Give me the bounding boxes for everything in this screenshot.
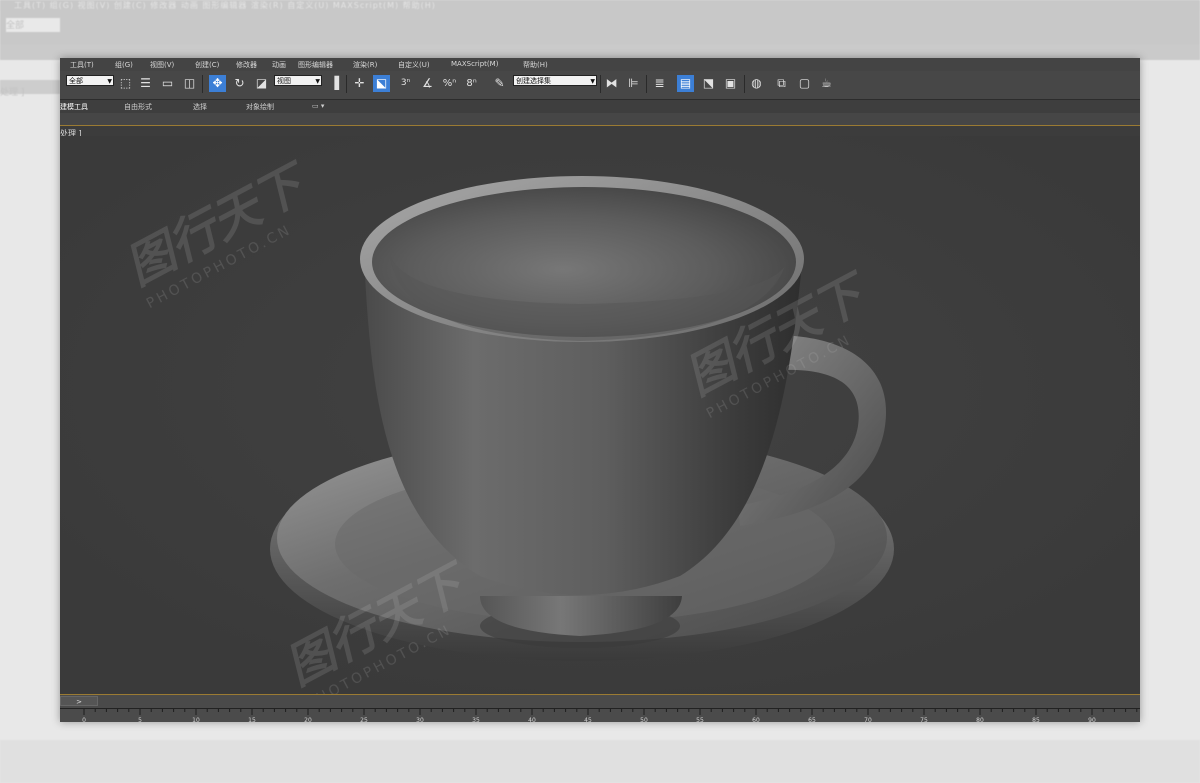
menu-view[interactable]: 视图(V): [150, 60, 174, 70]
bg-toolbar: 全部: [0, 12, 1200, 44]
menu-modifiers[interactable]: 修改器: [236, 60, 257, 70]
pivot-center-icon[interactable]: ▐: [326, 75, 343, 92]
bg-status: 处理 ]: [0, 80, 60, 98]
toolbar-separator: [600, 75, 601, 93]
chevron-down-icon: ▼: [590, 78, 595, 85]
menu-create[interactable]: 创建(C): [195, 60, 219, 70]
mirror-icon[interactable]: ⧓: [603, 75, 620, 92]
menu-customize[interactable]: 自定义(U): [398, 60, 430, 70]
bg-menubar: 工具(T) 组(G) 视图(V) 创建(C) 修改器 动画 图形编辑器 渲染(R…: [0, 0, 1200, 12]
toolbar-separator: [346, 75, 347, 93]
layer-manager-icon[interactable]: ≣: [651, 75, 668, 92]
snaps-toggle-icon[interactable]: 3ⁿ: [397, 75, 414, 92]
ruler-tick-label: 10: [192, 717, 200, 722]
track-bar-ruler: 0 5 10 15 20 25 30 35 40 45 50 55 60 65 70 75 80 85 90: [82, 709, 1138, 722]
render-setup-icon[interactable]: ⧉: [773, 75, 790, 92]
tab-modeling-tools[interactable]: 建模工具: [60, 102, 88, 112]
menu-help[interactable]: 帮助(H): [523, 60, 548, 70]
app-window: 工具(T) 组(G) 视图(V) 创建(C) 修改器 动画 图形编辑器 渲染(R…: [60, 58, 1140, 722]
keyboard-shortcut-override-icon[interactable]: ⬕: [373, 75, 390, 92]
snap-3-label: 3: [400, 78, 407, 88]
angle-snap-icon[interactable]: ∡: [419, 75, 436, 92]
time-slider-bar: >: [60, 695, 1140, 708]
menu-graph-editors[interactable]: 图形编辑器: [298, 60, 333, 70]
selection-filter-dropdown[interactable]: 全部 ▼: [66, 75, 114, 86]
ribbon-panel: [60, 113, 1140, 125]
edit-named-selection-icon[interactable]: ✎: [491, 75, 508, 92]
spinner-snap-icon[interactable]: 8ⁿ: [463, 75, 480, 92]
toolbar-separator: [202, 75, 203, 93]
select-rotate-icon[interactable]: ↻: [231, 75, 248, 92]
percent-snap-icon[interactable]: %ⁿ: [441, 75, 458, 92]
select-object-icon[interactable]: ⬚: [117, 75, 134, 92]
tab-freeform[interactable]: 自由形式: [124, 102, 152, 112]
bg-status-text: 处理 ]: [0, 88, 25, 98]
ruler-tick-label: 5: [138, 717, 142, 722]
ruler-tick-label: 75: [920, 717, 928, 722]
time-slider-label: >: [76, 698, 82, 706]
main-toolbar: 全部 ▼ ⬚ ☰ ▭ ◫ ✥ ↻ ◪ 视图 ▼ ▐ ✛ ⬕ 3ⁿ ∡ %ⁿ 8ⁿ…: [60, 71, 1140, 100]
ruler-tick-label: 15: [248, 717, 256, 722]
toolbar-separator: [646, 75, 647, 93]
snap-percent-label: %: [442, 78, 453, 89]
menu-rendering[interactable]: 渲染(R): [353, 60, 377, 70]
ruler-tick-label: 60: [752, 717, 760, 722]
ruler-tick-label: 80: [976, 717, 984, 722]
chevron-down-icon: ▼: [107, 78, 112, 85]
menu-group[interactable]: 组(G): [115, 60, 133, 70]
menu-bar: 工具(T) 组(G) 视图(V) 创建(C) 修改器 动画 图形编辑器 渲染(R…: [60, 58, 1140, 71]
snap-spinner-label: 8: [466, 78, 473, 89]
select-move-icon[interactable]: ✥: [209, 75, 226, 92]
select-scale-icon[interactable]: ◪: [253, 75, 270, 92]
menu-tools[interactable]: 工具(T): [70, 60, 94, 70]
bg-filter-select: 全部: [6, 18, 60, 32]
reference-coordinate-dropdown[interactable]: 视图 ▼: [274, 75, 322, 86]
bg-bottom: [0, 740, 1200, 783]
rendered-frame-window-icon[interactable]: ▢: [796, 75, 813, 92]
ruler-tick-label: 25: [360, 717, 368, 722]
time-slider[interactable]: >: [60, 696, 98, 706]
teacup-render: [60, 136, 1140, 694]
tab-object-paint[interactable]: 对象绘制: [246, 102, 274, 112]
bg-menu-text: 工具(T) 组(G) 视图(V) 创建(C) 修改器 动画 图形编辑器 渲染(R…: [14, 1, 436, 10]
select-by-name-icon[interactable]: ☰: [137, 75, 154, 92]
ruler-tick-label: 45: [584, 717, 592, 722]
chevron-down-icon: ▼: [315, 78, 320, 85]
tab-selection[interactable]: 选择: [193, 102, 207, 112]
curve-editor-icon[interactable]: ⬔: [700, 75, 717, 92]
ruler-tick-label: 70: [864, 717, 872, 722]
ruler-tick-label: 30: [416, 717, 424, 722]
perspective-viewport[interactable]: 处理 ]: [60, 126, 1140, 712]
ruler-tick-label: 35: [472, 717, 480, 722]
ruler-tick-label: 40: [528, 717, 536, 722]
track-bar[interactable]: 0 5 10 15 20 25 30 35 40 45 50 55 60 65 70 75 80 85 90: [60, 708, 1140, 722]
menu-maxscript[interactable]: MAXScript(M): [451, 60, 498, 68]
window-crossing-icon[interactable]: ◫: [181, 75, 198, 92]
reference-coordinate-value: 视图: [277, 77, 291, 85]
ribbon-tabs: 建模工具 自由形式 选择 对象绘制 ▭ ▾: [60, 100, 1140, 113]
select-manipulate-icon[interactable]: ✛: [351, 75, 368, 92]
toolbar-separator: [744, 75, 745, 93]
menu-animation[interactable]: 动画: [272, 60, 286, 70]
ruler-tick-label: 50: [640, 717, 648, 722]
selection-filter-value: 全部: [69, 77, 83, 85]
ribbon-options-icon[interactable]: ▭ ▾: [312, 102, 324, 110]
rectangle-selection-icon[interactable]: ▭: [159, 75, 176, 92]
named-selection-set-value: 创建选择集: [516, 77, 551, 85]
scene-explorer-icon[interactable]: ▤: [677, 75, 694, 92]
named-selection-set-dropdown[interactable]: 创建选择集 ▼: [513, 75, 597, 86]
render-production-icon[interactable]: ☕: [818, 75, 835, 92]
align-icon[interactable]: ⊫: [625, 75, 642, 92]
ruler-tick-label: 55: [696, 717, 704, 722]
ruler-tick-label: 0: [82, 717, 86, 722]
ruler-tick-label: 90: [1088, 717, 1096, 722]
ruler-tick-label: 85: [1032, 717, 1040, 722]
ruler-tick-label: 20: [304, 717, 312, 722]
material-editor-icon[interactable]: ◍: [748, 75, 765, 92]
ruler-tick-label: 65: [808, 717, 816, 722]
schematic-view-icon[interactable]: ▣: [722, 75, 739, 92]
